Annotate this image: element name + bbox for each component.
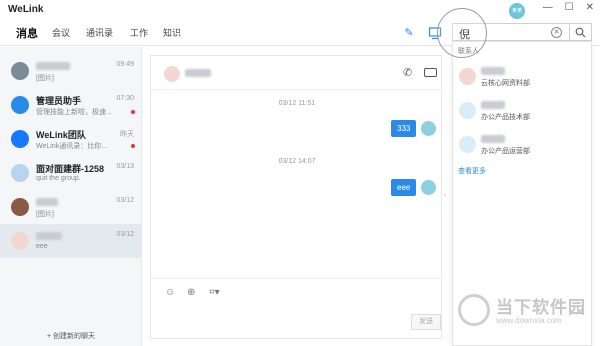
app-title: WeLink <box>8 4 44 15</box>
avatar <box>459 136 476 153</box>
contact-name <box>481 67 505 75</box>
contact-department: 云核心网资料部 <box>481 80 530 87</box>
conversation-name <box>36 60 70 70</box>
contact-department: 办公产品运营部 <box>481 148 530 155</box>
conversation-time: 07:30 <box>116 95 134 102</box>
close-button[interactable]: ✕ <box>586 2 594 13</box>
conversation-preview: quit the group. <box>36 175 81 182</box>
list-item[interactable]: [图片] 03/12 <box>0 190 142 224</box>
tab-meetings[interactable]: 会议 <box>52 26 70 39</box>
message-timestamp: 03/12 14:07 <box>278 158 316 165</box>
chat-title <box>185 69 211 77</box>
avatar <box>459 102 476 119</box>
avatar <box>11 198 29 216</box>
message-bubble[interactable]: eee <box>391 179 417 196</box>
chat-panel: ✆ 03/12 11:51 333 03/12 14:07 eee ☺ ⊕ ⌗▾… <box>150 55 443 340</box>
pencil-icon[interactable]: ✎ <box>402 26 416 40</box>
message-bubble[interactable]: 333 <box>391 120 417 137</box>
screen-share-icon[interactable] <box>428 26 442 40</box>
video-camera-icon[interactable] <box>424 68 437 77</box>
attachment-icon[interactable]: ⊕ <box>187 287 195 298</box>
avatar <box>11 232 29 250</box>
contact-result[interactable]: 办公产品技术部 <box>453 98 591 124</box>
watermark-text: 当下软件园 <box>496 298 586 317</box>
avatar <box>11 164 29 182</box>
conversation-preview: [图片] <box>36 75 54 82</box>
conversation-time: 03/12 <box>116 231 134 238</box>
list-item[interactable]: [图片] 09:49 <box>0 54 142 88</box>
avatar <box>421 180 436 195</box>
avatar <box>11 130 29 148</box>
list-item[interactable]: 面对面建群-1258 quit the group. 03/13 <box>0 156 142 190</box>
contact-department: 办公产品技术部 <box>481 114 530 121</box>
message-timestamp: 03/12 11:51 <box>278 100 316 107</box>
conversation-preview: WeLink通讯录：比你... <box>36 143 108 150</box>
contact-result[interactable]: 云核心网资料部 <box>453 64 591 90</box>
tab-messages[interactable]: 消息 <box>16 25 38 41</box>
conversation-name: 管理员助手 <box>36 96 82 106</box>
send-button[interactable]: 发送 <box>411 314 441 330</box>
chat-header: ✆ <box>151 56 443 90</box>
watermark-logo-icon <box>458 294 490 326</box>
avatar <box>11 96 29 114</box>
maximize-button[interactable]: ☐ <box>565 2 574 13</box>
conversation-time: 昨天 <box>120 131 134 138</box>
tab-contacts[interactable]: 通讯录 <box>86 26 113 39</box>
search-icon[interactable] <box>569 24 591 40</box>
tab-work[interactable]: 工作 <box>130 26 148 39</box>
clear-icon[interactable]: ✕ <box>551 27 562 38</box>
conversation-name: WeLink团队 <box>36 130 86 140</box>
create-chat-button[interactable]: + 创建新的聊天 <box>0 328 142 346</box>
tab-knowledge[interactable]: 知识 <box>163 26 181 39</box>
avatar <box>421 121 436 136</box>
unread-dot <box>131 110 135 114</box>
watermark: 当下软件园 www.downxia.com <box>456 290 596 340</box>
conversation-time: 03/12 <box>116 197 134 204</box>
list-item[interactable]: eee 03/12 <box>0 224 142 258</box>
watermark-url: www.downxia.com <box>496 316 562 325</box>
screenshot-icon[interactable]: ⌗▾ <box>209 287 220 298</box>
avatar <box>459 68 476 85</box>
conversation-name <box>36 196 58 206</box>
contact-result[interactable]: 办公产品运营部 <box>453 132 591 158</box>
conversation-time: 03/13 <box>116 163 134 170</box>
title-bar: WeLink 某某 — ☐ ✕ <box>0 0 600 20</box>
chevron-left-icon[interactable]: ‹ <box>444 192 446 199</box>
avatar <box>11 62 29 80</box>
minimize-button[interactable]: — <box>543 2 553 13</box>
conversation-preview: eee <box>36 243 48 250</box>
conversation-time: 09:49 <box>116 61 134 68</box>
message-input[interactable]: ☺ ⊕ ⌗▾ <box>151 278 443 340</box>
avatar <box>164 66 180 82</box>
contacts-section-label: 联系人 <box>458 48 479 55</box>
conversation-list: [图片] 09:49 管理员助手 管理技能上新啦，极速... 07:30 WeL… <box>0 47 142 346</box>
unread-dot <box>131 144 135 148</box>
emoji-icon[interactable]: ☺ <box>165 287 175 298</box>
contact-name <box>481 101 505 109</box>
conversation-preview: [图片] <box>36 211 54 218</box>
conversation-preview: 管理技能上新啦，极速... <box>36 109 112 116</box>
conversation-name <box>36 230 62 240</box>
conversation-name: 面对面建群-1258 <box>36 164 105 174</box>
window-controls: — ☐ ✕ <box>543 2 594 13</box>
list-item[interactable]: 管理员助手 管理技能上新啦，极速... 07:30 <box>0 88 142 122</box>
phone-icon[interactable]: ✆ <box>403 66 412 79</box>
search-bar: 倪 ✕ <box>452 23 592 41</box>
search-input[interactable]: 倪 <box>459 26 470 42</box>
see-more-link[interactable]: 查看更多 <box>458 166 486 176</box>
contact-name <box>481 135 505 143</box>
list-item[interactable]: WeLink团队 WeLink通讯录：比你... 昨天 <box>0 122 142 156</box>
user-avatar[interactable]: 某某 <box>509 3 525 19</box>
